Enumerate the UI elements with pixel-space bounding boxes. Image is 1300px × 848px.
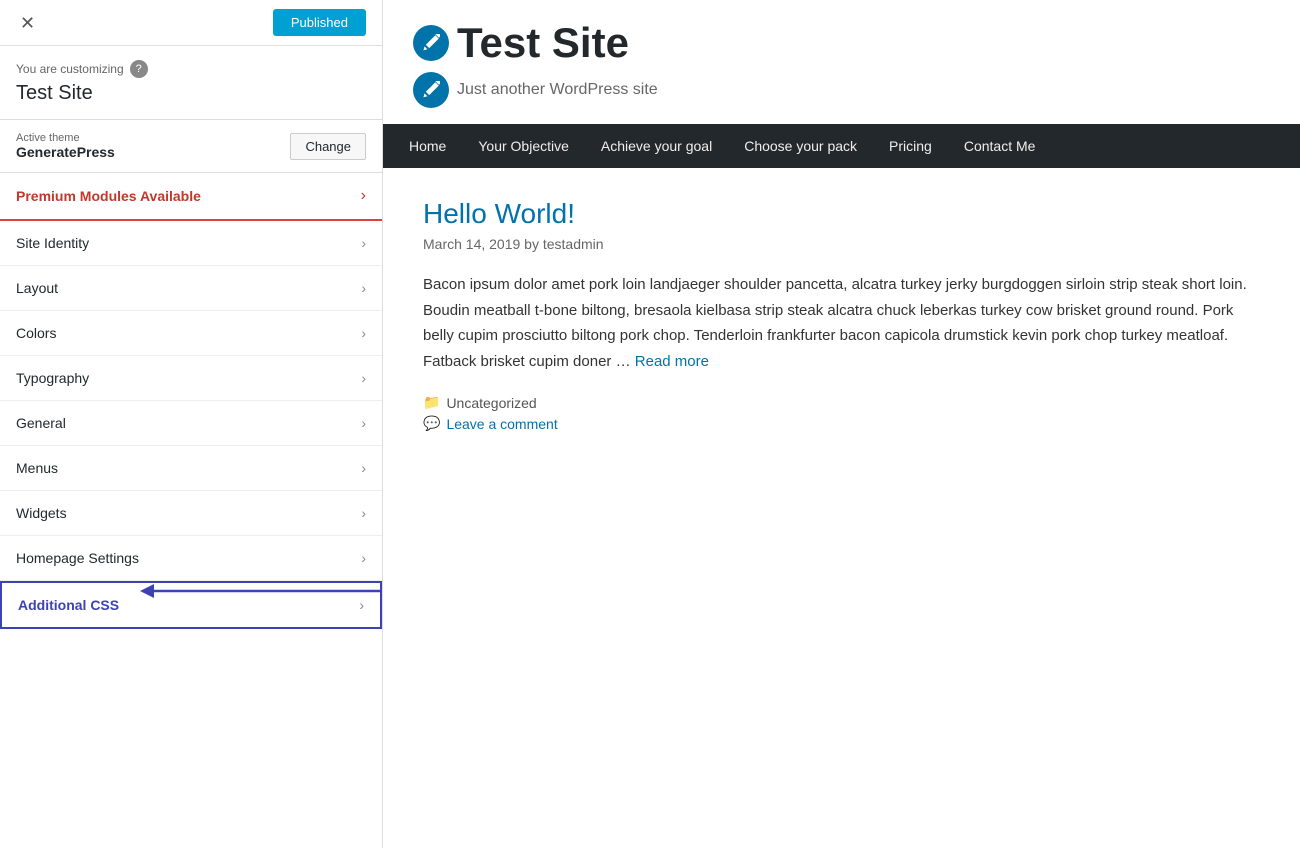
customizing-section: You are customizing ? Test Site [0,46,382,120]
post-content: Bacon ipsum dolor amet pork loin landjae… [423,272,1260,374]
customizer-sidebar: ✕ Published You are customizing ? Test S… [0,0,383,848]
additional-css-wrapper: Additional CSS › [0,581,382,629]
sidebar-item-layout[interactable]: Layout › [0,266,382,311]
chevron-right-icon: › [361,325,366,341]
edit-tagline-icon[interactable] [413,72,449,108]
site-title: Test Site [457,20,629,66]
theme-name: GeneratePress [16,144,115,160]
leave-comment-link[interactable]: Leave a comment [446,416,557,432]
chevron-right-icon: › [361,415,366,431]
close-button[interactable]: ✕ [16,10,39,36]
chevron-right-icon: › [359,597,364,613]
nav-item-pricing[interactable]: Pricing [873,124,948,168]
sidebar-item-typography[interactable]: Typography › [0,356,382,401]
nav-item-your-objective[interactable]: Your Objective [462,124,585,168]
sidebar-item-colors[interactable]: Colors › [0,311,382,356]
sidebar-header: ✕ Published [0,0,382,46]
edit-site-title-icon[interactable] [413,25,449,61]
customizing-site-name: Test Site [16,82,366,105]
chevron-right-icon: › [361,235,366,251]
site-header: Test Site Just another WordPress site [383,0,1300,124]
site-tagline: Just another WordPress site [457,81,658,99]
comment-icon: 💬 [423,415,440,432]
help-icon[interactable]: ? [130,60,148,78]
post-footer: 📁 Uncategorized 💬 Leave a comment [423,394,1260,432]
premium-modules-item[interactable]: Premium Modules Available › [0,173,382,221]
sidebar-item-general[interactable]: General › [0,401,382,446]
premium-modules-chevron-icon: › [361,187,366,205]
published-button[interactable]: Published [273,9,366,36]
premium-modules-label: Premium Modules Available [16,188,201,204]
chevron-right-icon: › [361,460,366,476]
sidebar-item-site-identity[interactable]: Site Identity › [0,221,382,266]
chevron-right-icon: › [361,280,366,296]
sidebar-item-widgets[interactable]: Widgets › [0,491,382,536]
sidebar-item-additional-css[interactable]: Additional CSS › [0,581,382,629]
post-category: Uncategorized [446,395,536,411]
sidebar-item-homepage-settings[interactable]: Homepage Settings › [0,536,382,581]
read-more-link[interactable]: Read more [635,353,709,370]
nav-item-contact[interactable]: Contact Me [948,124,1052,168]
post-title[interactable]: Hello World! [423,198,1260,230]
customizing-label: You are customizing [16,62,124,76]
post-meta: March 14, 2019 by testadmin [423,236,1260,252]
nav-item-home[interactable]: Home [393,124,462,168]
theme-section: Active theme GeneratePress Change [0,120,382,173]
chevron-right-icon: › [361,505,366,521]
active-theme-label: Active theme [16,132,115,144]
category-icon: 📁 [423,394,440,411]
change-theme-button[interactable]: Change [290,133,366,160]
preview-panel: Test Site Just another WordPress site Ho… [383,0,1300,848]
nav-item-choose-pack[interactable]: Choose your pack [728,124,873,168]
site-nav: Home Your Objective Achieve your goal Ch… [383,124,1300,168]
nav-item-achieve-goal[interactable]: Achieve your goal [585,124,728,168]
chevron-right-icon: › [361,370,366,386]
sidebar-item-menus[interactable]: Menus › [0,446,382,491]
content-area: Hello World! March 14, 2019 by testadmin… [383,168,1300,848]
chevron-right-icon: › [361,550,366,566]
